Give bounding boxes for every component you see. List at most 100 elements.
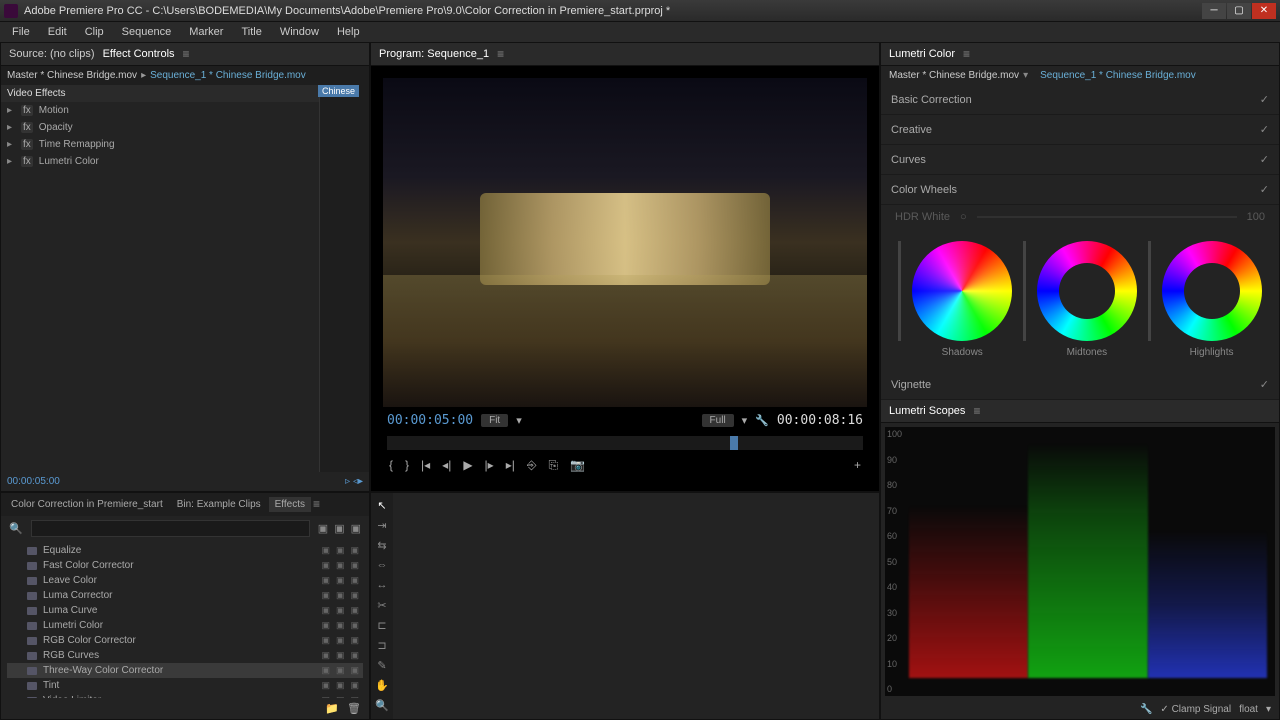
ec-row-lumetri-color[interactable]: ▸fxLumetri Color↺ <box>1 153 369 170</box>
ec-timecode[interactable]: 00:00:05:00 <box>7 476 60 487</box>
fit-dropdown[interactable]: Fit <box>481 414 508 427</box>
button-editor[interactable]: + <box>854 458 861 473</box>
new-bin-icon[interactable]: 📁 <box>325 702 339 715</box>
lum-sequence[interactable]: Sequence_1 * Chinese Bridge.mov <box>1040 70 1196 81</box>
wrench-icon[interactable]: 🔧 <box>755 414 769 427</box>
midtones-luma-slider[interactable] <box>1023 241 1026 341</box>
menu-title[interactable]: Title <box>233 24 269 40</box>
menu-window[interactable]: Window <box>272 24 327 40</box>
ripple-edit-tool[interactable]: ⇆ <box>375 539 389 553</box>
ec-row-opacity[interactable]: ▸fxOpacity↺ <box>1 119 369 136</box>
effect-item[interactable]: Tint▣▣▣ <box>7 678 363 693</box>
program-timecode[interactable]: 00:00:05:00 <box>387 413 473 428</box>
effect-item[interactable]: Luma Corrector▣▣▣ <box>7 588 363 603</box>
section-vignette[interactable]: Vignette✓ <box>881 370 1279 400</box>
zoom-tool[interactable]: 🔍 <box>375 699 389 713</box>
rolling-edit-tool[interactable]: ⇔ <box>375 559 389 573</box>
pen-tool[interactable]: ✎ <box>375 659 389 673</box>
maximize-button[interactable]: ▢ <box>1227 3 1251 19</box>
filter-32bit-icon[interactable]: ▣ <box>334 522 344 535</box>
menu-sequence[interactable]: Sequence <box>114 24 180 40</box>
clamp-signal[interactable]: Clamp Signal <box>1172 704 1231 715</box>
razor-tool[interactable]: ✂ <box>375 599 389 613</box>
tab-source[interactable]: Source: (no clips) <box>9 48 95 60</box>
scopes-display[interactable]: 100 90 80 70 60 50 40 30 20 10 0 <box>885 427 1275 696</box>
tab-project[interactable]: Color Correction in Premiere_start <box>5 497 169 512</box>
hdr-slider-handle[interactable]: ○ <box>960 211 967 223</box>
export-frame-button[interactable]: 📷 <box>570 458 585 473</box>
check-icon[interactable]: ✓ <box>1260 378 1269 391</box>
tab-bin[interactable]: Bin: Example Clips <box>171 497 267 512</box>
tab-effect-controls[interactable]: Effect Controls <box>103 48 175 60</box>
panel-menu-icon[interactable]: ≡ <box>313 497 320 512</box>
hdr-slider[interactable] <box>977 216 1237 218</box>
hdr-value[interactable]: 100 <box>1247 211 1265 223</box>
ec-zoom-icons[interactable]: ▹ ◃▸ <box>345 476 363 487</box>
lift-button[interactable]: ⎆ <box>527 458 537 473</box>
play-button[interactable]: ▶ <box>463 458 472 473</box>
menu-file[interactable]: File <box>4 24 38 40</box>
section-creative[interactable]: Creative✓ <box>881 115 1279 145</box>
section-color-wheels[interactable]: Color Wheels✓ <box>881 175 1279 205</box>
check-icon[interactable]: ✓ <box>1260 183 1269 196</box>
tab-effects[interactable]: Effects <box>269 497 311 512</box>
menu-marker[interactable]: Marker <box>181 24 231 40</box>
filter-yuv-icon[interactable]: ▣ <box>351 522 361 535</box>
menu-edit[interactable]: Edit <box>40 24 75 40</box>
extract-button[interactable]: ⎘ <box>548 458 558 473</box>
shadows-wheel[interactable] <box>912 241 1012 341</box>
go-to-out-button[interactable]: ▸| <box>506 458 515 473</box>
slip-tool[interactable]: ⊏ <box>375 619 389 633</box>
check-icon[interactable]: ✓ <box>1260 123 1269 136</box>
menu-help[interactable]: Help <box>329 24 368 40</box>
panel-menu-icon[interactable]: ≡ <box>963 47 970 61</box>
ec-row-motion[interactable]: ▸fxMotion↺ <box>1 102 369 119</box>
float-dropdown[interactable]: float <box>1239 704 1258 715</box>
program-viewer[interactable] <box>383 78 867 407</box>
ec-clip-marker[interactable]: Chinese <box>318 85 359 97</box>
step-forward-button[interactable]: |▸ <box>485 458 494 473</box>
rate-stretch-tool[interactable]: ↔ <box>375 579 389 593</box>
effect-item[interactable]: RGB Curves▣▣▣ <box>7 648 363 663</box>
shadows-luma-slider[interactable] <box>898 241 901 341</box>
panel-menu-icon[interactable]: ≡ <box>497 47 504 61</box>
section-basic-correction[interactable]: Basic Correction✓ <box>881 85 1279 115</box>
program-scrubber[interactable] <box>387 436 863 450</box>
close-button[interactable]: ✕ <box>1252 3 1276 19</box>
highlights-wheel[interactable] <box>1162 241 1262 341</box>
midtones-wheel[interactable] <box>1037 241 1137 341</box>
section-curves[interactable]: Curves✓ <box>881 145 1279 175</box>
slide-tool[interactable]: ⊐ <box>375 639 389 653</box>
track-select-tool[interactable]: ⇥ <box>375 519 389 533</box>
effect-item[interactable]: Fast Color Corrector▣▣▣ <box>7 558 363 573</box>
resolution-dropdown[interactable]: Full <box>702 414 734 427</box>
menu-clip[interactable]: Clip <box>77 24 112 40</box>
go-to-in-button[interactable]: |◂ <box>421 458 430 473</box>
filter-accelerated-icon[interactable]: ▣ <box>318 522 328 535</box>
check-icon[interactable]: ✓ <box>1260 93 1269 106</box>
hand-tool[interactable]: ✋ <box>375 679 389 693</box>
mark-in-button[interactable]: { <box>389 458 393 473</box>
effect-item[interactable]: Luma Curve▣▣▣ <box>7 603 363 618</box>
effects-search-input[interactable] <box>31 520 310 537</box>
step-back-button[interactable]: ◂| <box>442 458 451 473</box>
chevron-down-icon[interactable]: ▾ <box>1266 704 1271 715</box>
chevron-down-icon[interactable]: ▾ <box>516 414 522 427</box>
selection-tool[interactable]: ↖ <box>375 499 389 513</box>
panel-menu-icon[interactable]: ≡ <box>183 47 190 61</box>
tab-program[interactable]: Program: Sequence_1 <box>379 48 489 60</box>
effect-item[interactable]: Equalize▣▣▣ <box>7 543 363 558</box>
effect-item[interactable]: Leave Color▣▣▣ <box>7 573 363 588</box>
tab-lumetri-scopes[interactable]: Lumetri Scopes <box>889 405 965 417</box>
trash-icon[interactable]: 🗑 <box>347 702 361 715</box>
tab-lumetri-color[interactable]: Lumetri Color <box>889 48 955 60</box>
effect-item[interactable]: Lumetri Color▣▣▣ <box>7 618 363 633</box>
ec-sequence[interactable]: Sequence_1 * Chinese Bridge.mov <box>150 70 306 81</box>
chevron-down-icon[interactable]: ▾ <box>1023 70 1028 81</box>
effect-item[interactable]: Three-Way Color Corrector▣▣▣ <box>7 663 363 678</box>
effect-item[interactable]: RGB Color Corrector▣▣▣ <box>7 633 363 648</box>
minimize-button[interactable]: ─ <box>1202 3 1226 19</box>
ec-row-time-remapping[interactable]: ▸fxTime Remapping <box>1 136 369 153</box>
highlights-luma-slider[interactable] <box>1148 241 1151 341</box>
mark-out-button[interactable]: } <box>405 458 409 473</box>
